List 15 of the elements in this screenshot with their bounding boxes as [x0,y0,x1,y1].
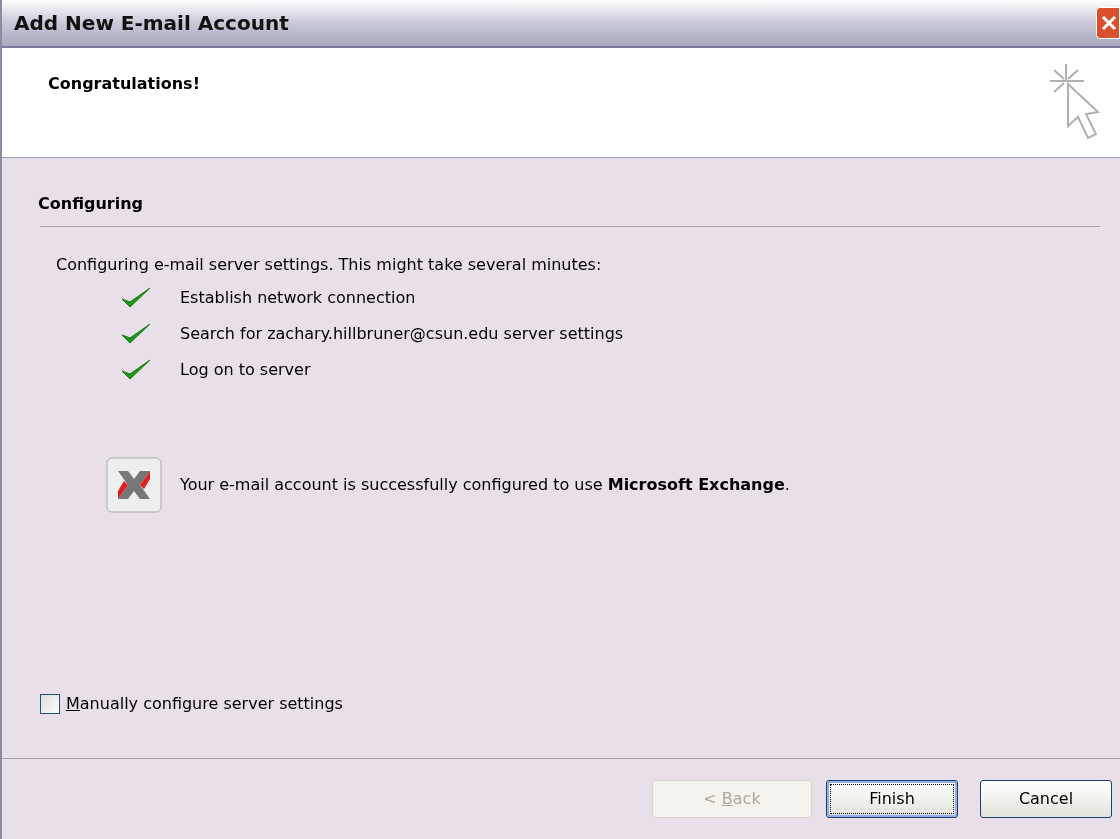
intro-text: Configuring e-mail server settings. This might take several minutes: [56,254,603,276]
close-button[interactable] [1096,7,1120,39]
header-title: Congratulations! [48,73,200,95]
result-message: Your e-mail account is successfully configured to use Microsoft Exchange. [180,474,790,496]
checkbox-label[interactable]: Manually configure server settings [66,692,343,716]
exchange-icon [106,457,162,513]
close-icon [1100,14,1118,32]
section-title: Configuring [38,193,145,215]
step-label: Log on to server [180,359,311,381]
dialog-button[interactable]: Finish [826,780,958,818]
checkbox[interactable] [40,694,60,714]
window-title: Add New E-mail Account [14,10,289,37]
step-label: Establish network connection [180,287,416,309]
dialog-button[interactable]: Cancel [980,780,1112,818]
step-label: Search for zachary.hillbruner@csun.edu server settings [180,323,624,345]
